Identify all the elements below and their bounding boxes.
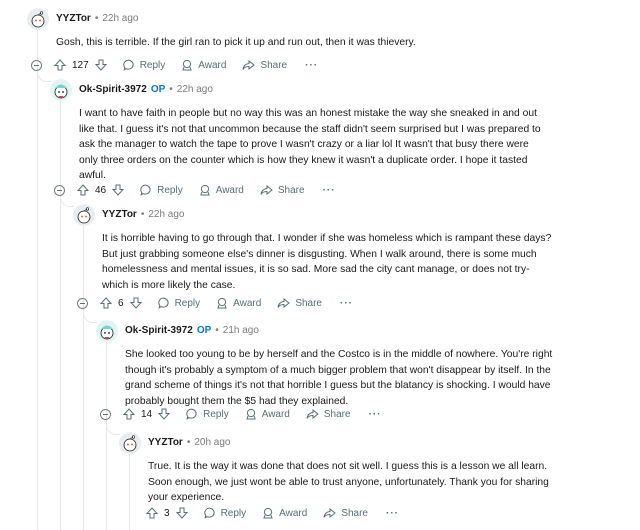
comment-bubble-icon bbox=[186, 408, 197, 420]
collapse-thread-button[interactable] bbox=[54, 184, 65, 196]
more-options-button[interactable]: ··· bbox=[323, 185, 336, 196]
avatar[interactable] bbox=[96, 320, 118, 342]
share-icon bbox=[242, 59, 256, 71]
award-icon bbox=[263, 507, 273, 519]
share-icon bbox=[306, 408, 319, 420]
downvote-icon bbox=[129, 297, 142, 309]
timestamp[interactable]: 22h ago bbox=[177, 83, 213, 97]
share-button[interactable]: Share bbox=[306, 408, 351, 420]
award-button[interactable]: Award bbox=[181, 59, 226, 71]
vote-count: 6 bbox=[118, 297, 124, 309]
author-name[interactable]: YYZTor bbox=[102, 208, 137, 222]
op-badge: OP bbox=[196, 325, 212, 336]
share-button[interactable]: Share bbox=[277, 297, 322, 309]
upvote-icon bbox=[123, 408, 135, 420]
comment-meta: Ok-Spirit-3972 OP • 21h ago bbox=[125, 324, 259, 338]
upvote-icon bbox=[146, 507, 158, 519]
upvote-icon bbox=[77, 184, 89, 196]
reply-button[interactable]: Reply bbox=[157, 297, 200, 309]
comment-meta: Ok-Spirit-3972 OP • 22h ago bbox=[79, 83, 213, 97]
op-badge: OP bbox=[150, 84, 166, 95]
share-icon bbox=[277, 297, 291, 309]
award-button[interactable]: Award bbox=[262, 507, 307, 519]
comment-actions: 127 Reply Award Share ··· bbox=[31, 57, 318, 73]
more-options-button[interactable]: ··· bbox=[386, 508, 399, 519]
share-button[interactable]: Share bbox=[260, 184, 305, 196]
timestamp[interactable]: 21h ago bbox=[223, 324, 259, 338]
share-button[interactable]: Share bbox=[242, 59, 287, 71]
comment-meta: YYZTor • 20h ago bbox=[148, 436, 231, 450]
avatar[interactable] bbox=[119, 432, 141, 454]
avatar[interactable] bbox=[27, 8, 49, 30]
timestamp[interactable]: 20h ago bbox=[194, 436, 230, 450]
comment-body: Gosh, this is terrible. If the girl ran … bbox=[56, 37, 416, 48]
comment-bubble-icon bbox=[123, 59, 134, 71]
comment-bubble-icon bbox=[157, 297, 169, 309]
vote-count: 3 bbox=[164, 507, 170, 519]
comment-body: True. It is the way it was done that doe… bbox=[148, 461, 549, 503]
award-button[interactable]: Award bbox=[199, 184, 244, 196]
author-name[interactable]: YYZTor bbox=[148, 436, 183, 450]
comment-actions: 46 Reply Award Share ··· bbox=[54, 182, 336, 198]
downvote-button[interactable] bbox=[112, 184, 125, 196]
avatar[interactable] bbox=[73, 204, 95, 226]
downvote-icon bbox=[175, 507, 188, 519]
vote-count: 127 bbox=[72, 59, 89, 71]
avatar[interactable] bbox=[50, 79, 72, 101]
award-icon bbox=[246, 408, 256, 420]
comment-bubble-icon bbox=[203, 507, 215, 519]
more-options-button[interactable]: ··· bbox=[369, 409, 382, 420]
comment-actions: 3 Reply Award Share ··· bbox=[146, 505, 399, 521]
comment-body: I want to have faith in people but no wa… bbox=[79, 108, 541, 181]
upvote-button[interactable] bbox=[146, 507, 158, 519]
timestamp[interactable]: 22h ago bbox=[102, 12, 138, 26]
award-icon bbox=[200, 184, 210, 196]
author-name[interactable]: Ok-Spirit-3972 bbox=[79, 83, 147, 97]
timestamp[interactable]: 22h ago bbox=[148, 208, 184, 222]
collapse-thread-button[interactable] bbox=[77, 297, 88, 309]
upvote-button[interactable] bbox=[77, 184, 89, 196]
comment-meta: YYZTor • 22h ago bbox=[56, 12, 139, 26]
author-name[interactable]: Ok-Spirit-3972 bbox=[125, 324, 193, 338]
upvote-button[interactable] bbox=[123, 408, 135, 420]
vote-count: 46 bbox=[95, 184, 107, 196]
reply-button[interactable]: Reply bbox=[203, 507, 246, 519]
comment-body: It is horrible having to go through that… bbox=[102, 233, 552, 291]
author-name[interactable]: YYZTor bbox=[56, 12, 91, 26]
downvote-icon bbox=[158, 408, 171, 420]
reply-button[interactable]: Reply bbox=[123, 59, 165, 71]
reply-button[interactable]: Reply bbox=[186, 408, 229, 420]
award-button[interactable]: Award bbox=[245, 408, 290, 420]
upvote-button[interactable] bbox=[100, 297, 112, 309]
award-icon bbox=[217, 297, 227, 309]
upvote-icon bbox=[54, 59, 66, 71]
award-button[interactable]: Award bbox=[216, 297, 261, 309]
downvote-icon bbox=[94, 59, 107, 71]
comment-actions: 6 Reply Award Share ··· bbox=[77, 295, 353, 311]
collapse-thread-button[interactable] bbox=[100, 408, 111, 420]
downvote-button[interactable] bbox=[129, 297, 142, 309]
upvote-icon bbox=[100, 297, 112, 309]
comment-actions: 14 Reply Award Share ··· bbox=[100, 406, 382, 422]
reply-button[interactable]: Reply bbox=[140, 184, 183, 196]
downvote-button[interactable] bbox=[94, 59, 107, 71]
share-icon bbox=[323, 507, 337, 519]
share-icon bbox=[260, 184, 273, 196]
downvote-button[interactable] bbox=[175, 507, 188, 519]
upvote-button[interactable] bbox=[54, 59, 66, 71]
more-options-button[interactable]: ··· bbox=[340, 298, 353, 309]
comment-meta: YYZTor • 22h ago bbox=[102, 208, 185, 222]
vote-count: 14 bbox=[141, 408, 153, 420]
award-icon bbox=[182, 59, 192, 71]
downvote-button[interactable] bbox=[158, 408, 171, 420]
comment-bubble-icon bbox=[140, 184, 151, 196]
collapse-thread-button[interactable] bbox=[31, 59, 42, 71]
downvote-icon bbox=[112, 184, 125, 196]
comment-body: She looked too young to be by herself an… bbox=[125, 349, 553, 407]
share-button[interactable]: Share bbox=[323, 507, 368, 519]
more-options-button[interactable]: ··· bbox=[305, 60, 318, 71]
